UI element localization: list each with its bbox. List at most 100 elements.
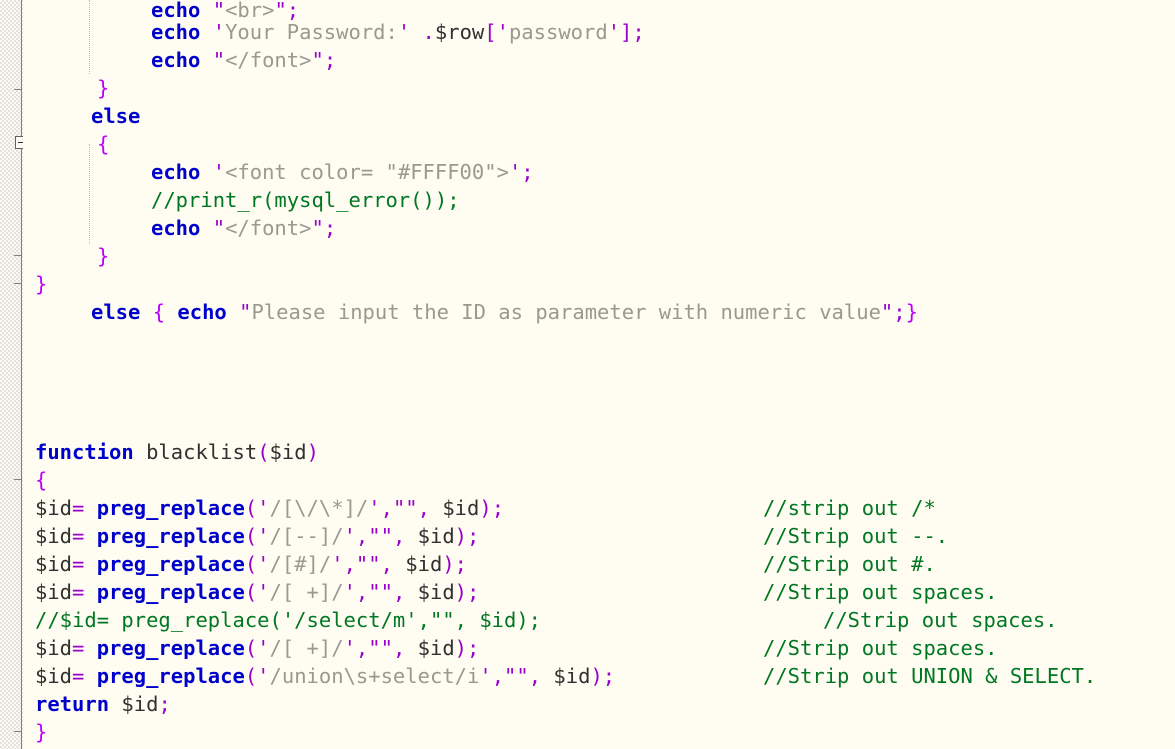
code-line[interactable]: } bbox=[35, 270, 47, 298]
code-token-punc: ' bbox=[257, 496, 270, 520]
code-token-fn: preg_replace bbox=[96, 580, 245, 604]
code-line[interactable]: $id= preg_replace('/union\s+select/i',""… bbox=[35, 662, 615, 690]
code-token-punc: ' bbox=[257, 664, 270, 688]
code-token-var: $id bbox=[35, 524, 73, 548]
code-token-kw: echo bbox=[151, 48, 201, 72]
code-token-var: $id bbox=[417, 524, 455, 548]
code-token-fn: preg_replace bbox=[96, 524, 245, 548]
code-token-var: $id bbox=[35, 636, 73, 660]
code-surface[interactable]: echo "<br>"; echo 'Your Password:' .$row[… bbox=[23, 0, 1175, 749]
code-line[interactable]: { bbox=[35, 466, 47, 494]
code-token-brace: } bbox=[35, 720, 48, 744]
code-token-punc: , bbox=[528, 664, 542, 688]
code-line[interactable]: //$id= preg_replace('/select/m',"", $id)… bbox=[35, 606, 541, 634]
code-token-str: password bbox=[508, 20, 608, 44]
code-line[interactable]: else bbox=[91, 102, 140, 130]
code-line[interactable]: $id= preg_replace('/[#]/',"", $id); bbox=[35, 550, 467, 578]
code-token-punc: ' bbox=[343, 580, 356, 604]
code-line[interactable]: echo 'Your Password:' .$row['password']; bbox=[151, 18, 645, 46]
code-line[interactable]: } bbox=[97, 242, 109, 270]
code-token-punc: ' bbox=[343, 524, 356, 548]
indent-guide bbox=[89, 144, 90, 244]
code-line[interactable]: function blacklist($id) bbox=[35, 438, 319, 466]
code-token-var: $id bbox=[553, 664, 591, 688]
code-token-punc: , bbox=[392, 636, 406, 660]
trailing-comment: //Strip out spaces. bbox=[823, 608, 1058, 632]
code-line[interactable]: { bbox=[97, 130, 109, 158]
code-token-comment: //print_r(mysql_error()); bbox=[151, 188, 460, 212]
fold-tick bbox=[14, 283, 22, 284]
code-line[interactable]: echo "</font>"; bbox=[151, 46, 336, 74]
code-token-fn: preg_replace bbox=[96, 496, 245, 520]
code-line[interactable]: //print_r(mysql_error()); bbox=[151, 186, 460, 214]
code-token-brace: } bbox=[97, 244, 110, 268]
code-token-punc: ' bbox=[368, 496, 381, 520]
code-token-brace: { bbox=[97, 132, 110, 156]
code-token-comment: //$id= preg_replace('/select/m',"", $id)… bbox=[35, 608, 542, 632]
code-line[interactable]: $id= preg_replace('/[ +]/',"", $id); bbox=[35, 578, 479, 606]
code-token-punc: ' bbox=[257, 524, 270, 548]
code-token-punc: " bbox=[239, 300, 252, 324]
code-token-str: /[--]/ bbox=[269, 524, 344, 548]
fold-tick bbox=[14, 255, 22, 256]
code-token-punc: ; bbox=[521, 160, 534, 184]
code-line[interactable]: else { echo "Please input the ID as para… bbox=[91, 298, 918, 326]
code-token-punc: ) bbox=[454, 524, 468, 548]
code-token-punc: ; bbox=[893, 300, 906, 324]
fold-tick bbox=[14, 479, 22, 480]
code-token-brace: } bbox=[97, 76, 110, 100]
fold-gutter[interactable] bbox=[0, 0, 28, 749]
code-token-punc: = bbox=[72, 636, 85, 660]
code-token-punc: ; bbox=[632, 20, 645, 44]
code-token-punc: = bbox=[72, 552, 85, 576]
code-token-brace: { bbox=[35, 468, 48, 492]
code-token-punc: , bbox=[380, 496, 393, 520]
code-line[interactable]: } bbox=[97, 74, 109, 102]
code-token-kw: echo bbox=[151, 216, 201, 240]
code-token-punc: , bbox=[491, 664, 505, 688]
code-line[interactable]: return $id; bbox=[35, 690, 171, 718]
code-token-fn: preg_replace bbox=[96, 636, 245, 660]
code-line[interactable]: echo "</font>"; bbox=[151, 214, 336, 242]
code-token-punc: ] bbox=[620, 20, 633, 44]
code-token-punc: . bbox=[410, 20, 435, 44]
code-line[interactable]: $id= preg_replace('/[ +]/',"", $id); bbox=[35, 634, 479, 662]
code-token-var: $id bbox=[35, 580, 73, 604]
code-token-punc: "" bbox=[368, 636, 393, 660]
code-line[interactable]: } bbox=[35, 718, 47, 746]
trailing-comment: //Strip out --. bbox=[763, 524, 949, 548]
code-token-punc: "" bbox=[392, 496, 418, 520]
code-token-punc: ; bbox=[491, 496, 505, 520]
code-token-kw: else bbox=[91, 300, 141, 324]
code-token-punc: "" bbox=[368, 580, 393, 604]
code-token-kw: echo bbox=[177, 300, 227, 324]
code-editor[interactable]: echo "<br>"; echo 'Your Password:' .$row[… bbox=[0, 0, 1175, 749]
code-token-punc: "" bbox=[368, 524, 393, 548]
code-token-str: /[ +]/ bbox=[269, 580, 344, 604]
code-token-var: $id bbox=[35, 552, 73, 576]
indent-guide bbox=[89, 0, 90, 74]
code-token-kw: return bbox=[35, 692, 110, 716]
code-token-punc: , bbox=[355, 524, 369, 548]
code-token-str: Please input the ID as parameter with nu… bbox=[251, 300, 881, 324]
code-token-kw: echo bbox=[151, 160, 201, 184]
code-token-punc: ; bbox=[454, 552, 468, 576]
code-token-brace: } bbox=[35, 272, 48, 296]
code-token-punc: ) bbox=[306, 440, 319, 464]
code-line[interactable]: $id= preg_replace('/[\/\*]/',"", $id); bbox=[35, 494, 504, 522]
code-token-str: /[#]/ bbox=[269, 552, 332, 576]
code-line[interactable]: $id= preg_replace('/[--]/',"", $id); bbox=[35, 522, 479, 550]
code-token-var: $id bbox=[35, 496, 73, 520]
code-line[interactable]: echo '<font color= "#FFFF00">'; bbox=[151, 158, 534, 186]
code-token-punc: ' bbox=[212, 160, 226, 184]
